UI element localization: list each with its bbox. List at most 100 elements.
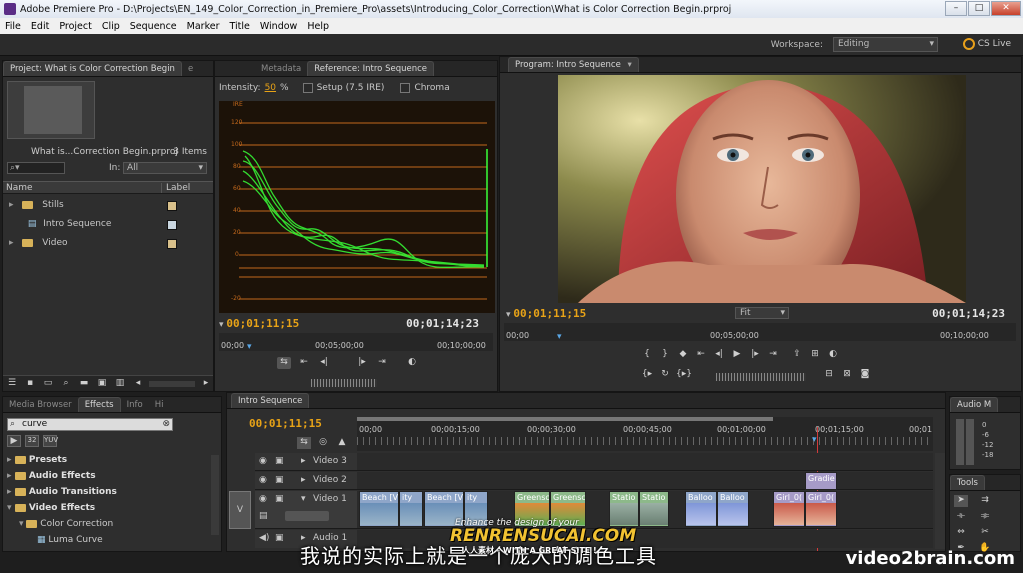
play-around-icon[interactable]: {▸} (676, 369, 692, 381)
tab-audio-meters[interactable]: Audio M (950, 397, 999, 412)
setup-checkbox[interactable] (302, 83, 313, 93)
menu-title[interactable]: Title (225, 21, 255, 32)
selection-tool-icon[interactable]: ➤ (954, 495, 968, 507)
tab-media-browser[interactable]: Media Browser (3, 398, 78, 412)
timeline-vertical-scrollbar[interactable] (935, 453, 945, 549)
playhead-icon[interactable]: ▾ (812, 435, 817, 445)
marker-icon[interactable]: ▲ (335, 437, 349, 449)
menu-sequence[interactable]: Sequence (125, 21, 182, 32)
go-to-in-icon[interactable]: ⇤ (694, 349, 708, 361)
timeline-clip[interactable]: Statio (609, 491, 639, 527)
expand-arrow-icon[interactable]: ▾ (301, 494, 306, 504)
step-forward-icon[interactable]: |▸ (355, 357, 369, 369)
track-video-2[interactable]: Gradie (357, 472, 933, 490)
timeline-clip[interactable]: Girl_0( (773, 491, 805, 527)
menu-help[interactable]: Help (302, 21, 334, 32)
tab-effects[interactable]: Effects (77, 397, 121, 412)
expand-arrow-icon[interactable]: ▸ (301, 456, 306, 466)
tree-item-color-correction[interactable]: ▾ Color Correction (7, 519, 207, 535)
razor-tool-icon[interactable]: ✂ (978, 527, 992, 539)
tab-reference[interactable]: Reference: Intro Sequence (307, 61, 434, 76)
chroma-checkbox[interactable] (400, 83, 411, 93)
step-back-icon[interactable]: ◂| (712, 349, 726, 361)
play-in-to-out-icon[interactable]: {▸ (640, 369, 654, 381)
output-icon[interactable]: ◐ (826, 349, 840, 361)
eye-icon[interactable]: ◉ (259, 456, 267, 466)
menu-project[interactable]: Project (54, 21, 97, 32)
eye-icon[interactable]: ◉ (259, 494, 267, 504)
timeline-clip[interactable]: Girl_0( (805, 491, 837, 527)
program-current-timecode[interactable]: ▾ 00;01;11;15 (506, 307, 586, 320)
clear-icon[interactable]: ▥ (113, 378, 127, 390)
extract-icon[interactable]: ⊟ (822, 369, 836, 381)
jog-shuttle[interactable] (311, 379, 377, 387)
rolling-edit-tool-icon[interactable]: ⟚ (978, 511, 992, 523)
lock-icon[interactable]: ▣ (275, 475, 284, 485)
work-area-bar[interactable] (357, 417, 773, 421)
automate-icon[interactable]: ▭ (41, 378, 55, 390)
gang-to-program-icon[interactable]: ⇆ (277, 357, 291, 369)
close-button[interactable]: ✕ (991, 1, 1021, 16)
tab-metadata[interactable]: Metadata (255, 62, 307, 76)
timeline-clip[interactable]: Beach [V] (359, 491, 399, 527)
cs-live-button[interactable]: CS Live (962, 38, 1011, 50)
track-select-tool-icon[interactable]: ⇉ (978, 495, 992, 507)
project-search-input[interactable]: ⌕▾ (7, 162, 65, 174)
play-icon[interactable]: ▶ (730, 349, 744, 361)
new-bin-icon[interactable]: ▬ (77, 378, 91, 390)
workspace-select[interactable]: Editing (833, 37, 938, 52)
keyframe-nav[interactable] (285, 511, 329, 521)
project-item-intro-sequence[interactable]: ▤ Intro Sequence (9, 219, 209, 235)
ref-time-ruler[interactable]: 00;00 00;05;00;00 00;10;00;00 ▾ (219, 333, 493, 352)
set-out-icon[interactable]: } (658, 349, 672, 361)
set-marker-icon[interactable]: ◎ (316, 437, 330, 449)
lock-icon[interactable]: ▣ (275, 533, 284, 543)
track-video-1[interactable]: Beach [V] ity Beach [V] ity Greensc Gree… (357, 491, 933, 529)
speaker-icon[interactable]: ◀) (259, 533, 269, 543)
fit-select[interactable]: Fit ▾ (735, 307, 789, 319)
horizontal-scrollbar[interactable] (149, 380, 195, 387)
tree-item-luma-curve[interactable]: ▦ Luma Curve (7, 535, 207, 547)
chevron-down-icon[interactable]: ▾ (628, 60, 632, 70)
timeline-clip[interactable]: Statio (639, 491, 669, 527)
lift-icon[interactable]: ⇪ (790, 349, 804, 361)
tree-item-audio-effects[interactable]: ▸ Audio Effects (7, 471, 207, 487)
menu-marker[interactable]: Marker (182, 21, 225, 32)
timeline-clip[interactable]: ity (399, 491, 423, 527)
project-item-video[interactable]: ▸ Video (9, 238, 209, 254)
step-back-marker-icon[interactable]: ⇤ (297, 357, 311, 369)
step-forward-marker-icon[interactable]: ⇥ (375, 357, 389, 369)
tab-program[interactable]: Program: Intro Sequence ▾ (508, 57, 639, 72)
trim-icon[interactable]: ⊠ (840, 369, 854, 381)
new-item-icon[interactable]: ▣ (95, 378, 109, 390)
tab-tools[interactable]: Tools (950, 475, 985, 490)
column-name[interactable]: Name (6, 183, 33, 193)
menu-file[interactable]: File (0, 21, 26, 32)
minimize-button[interactable]: – (945, 1, 967, 16)
lock-icon[interactable]: ▣ (275, 494, 284, 504)
step-forward-icon[interactable]: |▸ (748, 349, 762, 361)
safe-margins-icon[interactable]: ⊞ (808, 349, 822, 361)
project-item-stills[interactable]: ▸ Stills (9, 200, 209, 216)
set-in-icon[interactable]: { (640, 349, 654, 361)
scroll-right-icon[interactable]: ▸ (199, 378, 213, 390)
tree-item-presets[interactable]: ▸ Presets (7, 455, 207, 471)
step-back-icon[interactable]: ◂| (317, 357, 331, 369)
timeline-clip[interactable]: Balloo (685, 491, 717, 527)
display-style-icon[interactable]: ▤ (259, 511, 268, 521)
tab-partial[interactable]: e (182, 62, 199, 76)
playhead-icon[interactable]: ▾ (247, 342, 252, 352)
marker-icon[interactable]: ◆ (676, 349, 690, 361)
timeline-clip[interactable]: Balloo (717, 491, 749, 527)
yuv-effects-icon[interactable]: YUV (43, 435, 58, 447)
rate-stretch-tool-icon[interactable]: ⇔ (954, 527, 968, 539)
in-select[interactable]: All ▾ (123, 162, 207, 174)
expand-arrow-icon[interactable]: ▸ (9, 200, 14, 210)
tab-intro-sequence[interactable]: Intro Sequence (231, 393, 310, 408)
lock-icon[interactable]: ▣ (275, 456, 284, 466)
column-label[interactable]: Label (161, 183, 190, 193)
export-frame-icon[interactable]: ◙ (858, 369, 872, 381)
ref-current-timecode[interactable]: ▾ 00;01;11;15 (219, 317, 299, 330)
expand-arrow-icon[interactable]: ▸ (301, 475, 306, 485)
timeline-timecode[interactable]: 00;01;11;15 (249, 417, 322, 430)
